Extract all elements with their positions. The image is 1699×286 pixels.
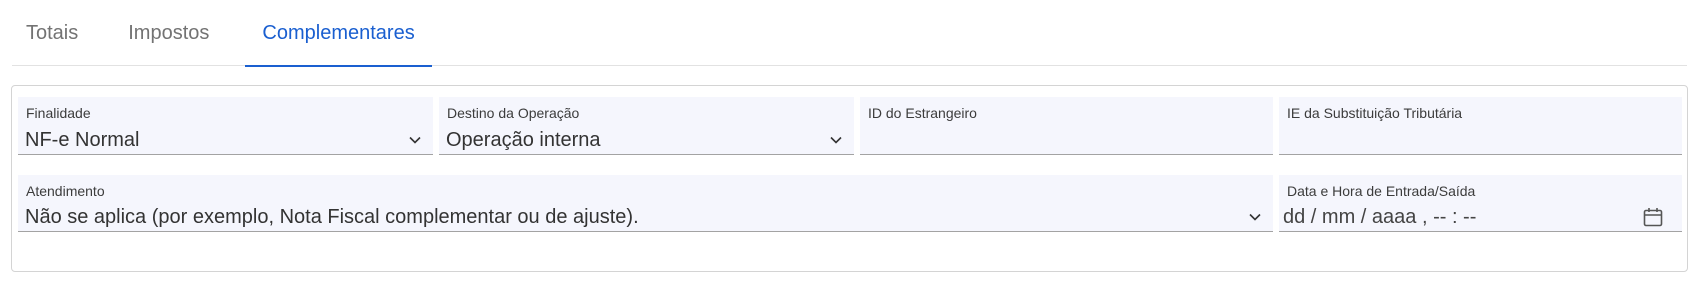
chevron-down-icon (409, 136, 421, 144)
finalidade-value: NF-e Normal (25, 129, 140, 151)
tab-complementares[interactable]: Complementares (245, 0, 433, 67)
destino-operacao-label: Destino da Operação (447, 105, 580, 121)
destino-operacao-select[interactable]: Destino da Operação Operação interna (439, 97, 854, 155)
chevron-down-icon (830, 136, 842, 144)
tab-totais[interactable]: Totais (12, 0, 96, 66)
finalidade-label: Finalidade (26, 105, 91, 121)
atendimento-label: Atendimento (26, 183, 105, 199)
atendimento-value: Não se aplica (por exemplo, Nota Fiscal … (25, 206, 639, 228)
data-hora-value: dd / mm / aaaa , -- : -- (1283, 206, 1477, 228)
tab-complementares-label: Complementares (262, 21, 415, 44)
tab-impostos-label: Impostos (128, 21, 210, 44)
data-hora-entrada-saida-field[interactable]: Data e Hora de Entrada/Saída dd / mm / a… (1279, 175, 1682, 232)
chevron-down-icon (1249, 213, 1261, 221)
calendar-icon[interactable] (1642, 206, 1664, 228)
finalidade-select[interactable]: Finalidade NF-e Normal (18, 97, 433, 155)
atendimento-select[interactable]: Atendimento Não se aplica (por exemplo, … (18, 175, 1273, 232)
id-estrangeiro-field[interactable]: ID do Estrangeiro (860, 97, 1273, 155)
tab-totais-label: Totais (26, 21, 79, 44)
tab-impostos[interactable]: Impostos (96, 0, 245, 66)
data-hora-label: Data e Hora de Entrada/Saída (1287, 183, 1476, 199)
ie-substituicao-label: IE da Substituição Tributária (1287, 105, 1463, 121)
ie-substituicao-field[interactable]: IE da Substituição Tributária (1279, 97, 1682, 155)
id-estrangeiro-label: ID do Estrangeiro (868, 105, 977, 121)
complementares-panel: Finalidade NF-e Normal Destino da Operaç… (11, 85, 1688, 272)
destino-operacao-value: Operação interna (446, 129, 601, 151)
tab-bar: Totais Impostos Complementares (12, 0, 1687, 67)
